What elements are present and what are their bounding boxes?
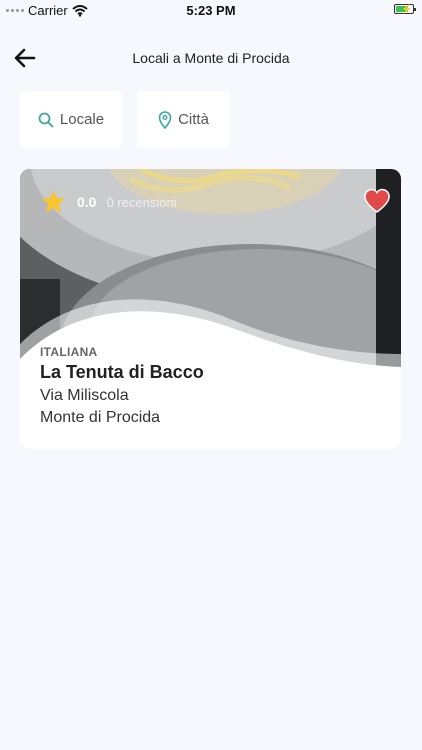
filter-locale-label: Locale [59, 111, 105, 128]
filter-citta-label: Città [178, 111, 209, 128]
filter-citta-button[interactable]: Città [137, 91, 230, 148]
nav-bar: Locali a Monte di Procida [0, 40, 422, 76]
search-icon [38, 112, 54, 127]
restaurant-card[interactable]: 0.0 0 recensioni ITALIANA La Tenuta di B… [20, 169, 401, 449]
filter-locale-button[interactable]: Locale [20, 91, 122, 148]
restaurant-name: La Tenuta di Bacco [40, 362, 204, 382]
page-title: Locali a Monte di Procida [132, 50, 290, 66]
rating-value: 0.0 [77, 194, 97, 210]
heart-icon [364, 188, 390, 213]
status-time: 5:23 PM [186, 3, 236, 18]
restaurant-category: ITALIANA [40, 345, 98, 359]
battery-icon: ⚡ [394, 4, 416, 14]
restaurant-city: Monte di Procida [40, 409, 161, 426]
location-pin-icon [158, 110, 172, 129]
card-body: ITALIANA La Tenuta di Bacco Via Miliscol… [40, 345, 381, 427]
star-icon [41, 190, 66, 213]
rating-row: 0.0 0 recensioni [40, 189, 177, 215]
favorite-button[interactable] [363, 188, 393, 216]
status-bar: Carrier 5:23 PM ⚡ [0, 0, 422, 22]
reviews-count: 0 recensioni [106, 194, 177, 210]
restaurant-address: Via Miliscola [40, 387, 129, 404]
